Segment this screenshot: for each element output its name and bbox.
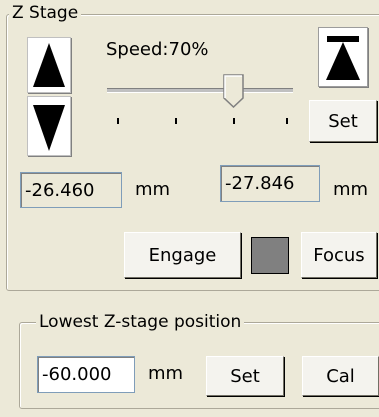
- lowest-set-button[interactable]: Set: [206, 356, 284, 396]
- lowest-z-title: Lowest Z-stage position: [36, 313, 245, 331]
- status-indicator: [251, 237, 289, 274]
- unit-label: mm: [148, 363, 184, 384]
- arrow-up-icon: [33, 43, 65, 87]
- unit-label: mm: [135, 179, 171, 200]
- speed-label: Speed:70%: [106, 39, 209, 60]
- set-button[interactable]: Set: [309, 100, 377, 142]
- arrow-to-top-icon: [326, 36, 360, 80]
- engage-button[interactable]: Engage: [124, 232, 241, 278]
- slider-tick: [117, 118, 119, 124]
- slider-track: [107, 88, 293, 93]
- z-stage-title: Z Stage: [9, 4, 82, 22]
- slider-tick: [175, 118, 177, 124]
- unit-label: mm: [333, 179, 369, 200]
- position-right-field: -27.846: [220, 165, 320, 202]
- position-left-field: -26.460: [20, 172, 122, 208]
- lowest-z-input[interactable]: -60.000: [37, 356, 135, 393]
- move-to-top-button[interactable]: [318, 27, 368, 87]
- slider-thumb[interactable]: [223, 74, 245, 108]
- speed-slider[interactable]: [105, 74, 295, 124]
- z-stage-panel: { "z_stage": { "title": "Z Stage", "spee…: [0, 0, 379, 417]
- focus-button[interactable]: Focus: [301, 232, 377, 278]
- cal-button[interactable]: Cal: [302, 356, 379, 396]
- move-down-button[interactable]: [27, 96, 71, 156]
- slider-tick: [286, 118, 288, 124]
- move-up-button[interactable]: [27, 37, 71, 93]
- slider-tick: [233, 118, 235, 124]
- arrow-down-icon: [33, 105, 65, 151]
